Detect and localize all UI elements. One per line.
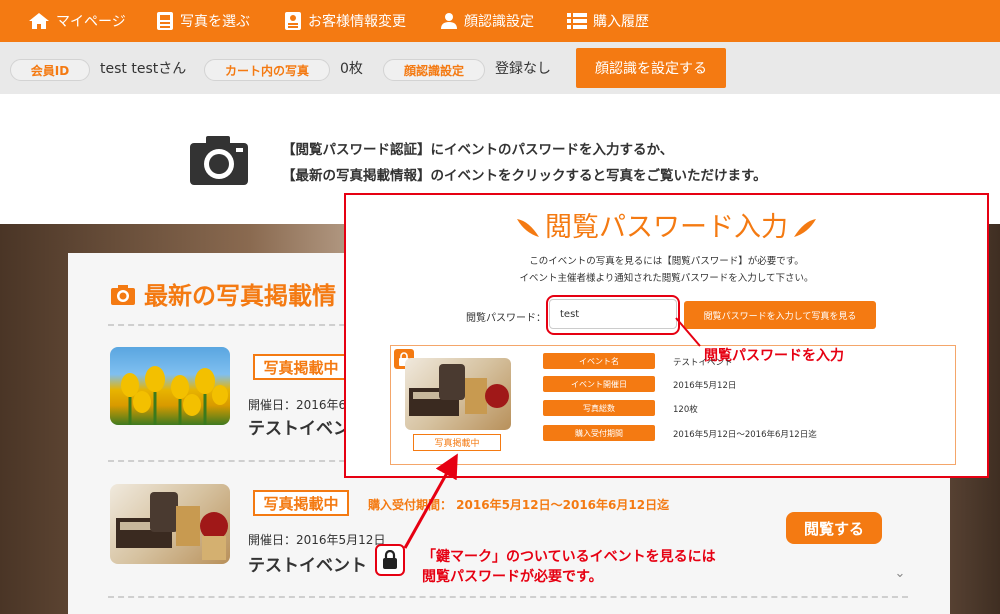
popup-title-text: 閲覧パスワード入力 — [545, 212, 788, 243]
callout-line-1: 「鍵マーク」のついているイベントを見るには — [422, 549, 716, 565]
view-button[interactable]: 閲覧する — [786, 512, 882, 544]
event-date: 開催日：2016年5月12日 — [248, 533, 386, 547]
password-label: 閲覧パスワード： — [466, 313, 546, 324]
nav-label: マイページ — [56, 14, 126, 30]
nav-item-choose-photo[interactable]: 写真を選ぶ — [156, 0, 250, 42]
status-badge: 写真掲載中 — [413, 434, 501, 451]
cart-value: 0枚 — [340, 61, 363, 77]
home-icon — [29, 13, 49, 29]
chevron-down-icon[interactable]: ⌄ — [890, 566, 910, 584]
nav-item-mypage[interactable]: マイページ — [28, 0, 126, 42]
list-icon — [567, 13, 587, 29]
lock-mark-highlight — [375, 544, 405, 576]
divider — [108, 596, 908, 598]
face-label: 顔認識設定 — [383, 59, 485, 81]
person-icon — [441, 13, 457, 29]
camera-icon — [111, 285, 135, 305]
photo-icon — [157, 12, 173, 30]
nav-item-profile[interactable]: お客様情報変更 — [284, 0, 406, 42]
nav-label: 写真を選ぶ — [180, 14, 250, 30]
info-value: テストイベント — [673, 358, 733, 368]
info-label: 購入受付期間 — [543, 425, 655, 441]
event-thumbnail[interactable] — [110, 347, 230, 425]
info-value: 2016年5月12日 — [673, 381, 737, 391]
product-photo — [116, 492, 228, 560]
wing-left-icon — [517, 219, 539, 237]
profile-card-icon — [285, 12, 301, 30]
status-badge: 写真掲載中 — [253, 490, 349, 516]
event-name[interactable]: テストイベント — [248, 551, 367, 576]
member-id-value: test testさん — [100, 61, 187, 77]
section-title: 最新の写真掲載情 — [110, 276, 336, 311]
event-thumbnail[interactable] — [110, 484, 230, 564]
purchase-period: 購入受付期間： 2016年5月12日～2016年6月12日迄 — [368, 498, 670, 512]
face-value: 登録なし — [495, 61, 551, 77]
nav-item-purchase-history[interactable]: 購入履歴 — [567, 0, 649, 42]
notice-line-2: 【最新の写真掲載情報】のイベントをクリックすると写真をご覧いただけます。 — [282, 168, 767, 184]
cart-label: カート内の写真 — [204, 59, 330, 81]
status-bar: 会員ID test testさん カート内の写真 0枚 顔認識設定 登録なし 顔… — [0, 42, 1000, 94]
info-label: イベント名 — [543, 353, 655, 369]
info-value: 2016年5月12日～2016年6月12日迄 — [673, 430, 817, 440]
top-nav: マイページ 写真を選ぶ お客様情報変更 顔認識設定 購入履歴 — [0, 0, 1000, 42]
submit-password-button[interactable]: 閲覧パスワードを入力して写真を見る — [684, 301, 876, 329]
event-card[interactable]: 写真掲載中 イベント名 テストイベント イベント開催日 2016年5月12日 写… — [390, 345, 956, 465]
face-setting-button[interactable]: 顔認識を設定する — [576, 48, 726, 88]
nav-label: 購入履歴 — [593, 14, 649, 30]
info-label: イベント開催日 — [543, 376, 655, 392]
popup-title: 閲覧パスワード入力 — [346, 205, 987, 244]
event-date: 開催日：2016年6 — [248, 398, 347, 412]
callout-line-2: 閲覧パスワードが必要です。 — [422, 569, 603, 585]
event-name[interactable]: テストイベン — [248, 414, 350, 439]
nav-label: 顔認識設定 — [464, 14, 534, 30]
info-label: 写真総数 — [543, 400, 655, 416]
camera-icon — [190, 136, 248, 185]
notice-line-1: 【閲覧パスワード認証】にイベントのパスワードを入力するか、 — [282, 142, 674, 158]
wing-right-icon — [794, 219, 816, 237]
section-title-text: 最新の写真掲載情 — [144, 282, 336, 310]
member-id-label: 会員ID — [10, 59, 90, 81]
popup-desc-1: このイベントの写真を見るには【閲覧パスワード】が必要です。 — [529, 256, 804, 267]
nav-label: お客様情報変更 — [308, 14, 406, 30]
password-popup: 閲覧パスワード入力 このイベントの写真を見るには【閲覧パスワード】が必要です。 … — [344, 193, 989, 478]
info-value: 120枚 — [673, 405, 698, 415]
password-input[interactable]: test — [549, 299, 677, 329]
tulip-photo — [121, 366, 228, 425]
lock-icon — [383, 550, 397, 569]
product-photo — [409, 364, 509, 416]
nav-item-face-settings[interactable]: 顔認識設定 — [440, 0, 534, 42]
event-thumbnail — [405, 358, 511, 430]
status-badge: 写真掲載中 — [253, 354, 349, 380]
popup-desc-2: イベント主催者様より通知された閲覧パスワードを入力して下さい。 — [519, 273, 814, 284]
